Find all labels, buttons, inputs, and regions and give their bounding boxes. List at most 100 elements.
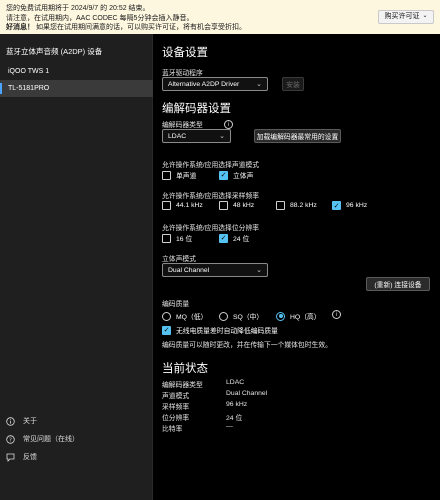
status-key: 比特率 <box>162 426 183 433</box>
bit-24-label: 24 位 <box>233 236 250 243</box>
status-row: 声道模式 Dual Channel <box>162 390 267 400</box>
radio-dot <box>162 311 171 321</box>
install-button[interactable]: 安装 <box>282 77 304 91</box>
status-value: LDAC <box>226 379 245 386</box>
codec-type-value: LDAC <box>168 132 187 140</box>
info-icon <box>6 416 15 426</box>
sample-rate-96-label: 96 kHz <box>346 202 368 209</box>
checkbox-box <box>219 201 228 210</box>
checkmark-icon: ✓ <box>219 233 228 243</box>
main-panel: 设备设置 蓝牙驱动程序 Alternative A2DP Driver ⌄ 安装… <box>153 34 440 500</box>
quality-note: 编码质量可以随时更改，并在传输下一个媒体包时生效。 <box>162 342 332 349</box>
status-value: 96 kHz <box>226 401 248 408</box>
status-value: — <box>226 423 233 430</box>
stereo-mode-select[interactable]: Dual Channel ⌄ <box>162 263 268 277</box>
sidebar-item-label: iQOO TWS 1 <box>8 68 50 75</box>
sample-rate-48-checkbox[interactable]: 48 kHz <box>219 201 254 210</box>
codec-type-select[interactable]: LDAC ⌄ <box>162 129 231 143</box>
driver-label: 蓝牙驱动程序 <box>162 70 203 77</box>
driver-value: Alternative A2DP Driver <box>168 80 240 88</box>
mono-checkbox[interactable]: 单声道 <box>162 170 196 180</box>
faq-label: 常见问题（在线） <box>23 436 79 443</box>
trial-silence-text: 请注意，在试用期内，AAC CODEC 每隔5分钟会插入静音。 <box>6 14 194 22</box>
load-codec-settings-label: 加载编解码器最常用的设置 <box>256 134 339 141</box>
buy-license-button[interactable]: 购买许可证 ⌄ <box>378 10 434 24</box>
sidebar-item-tl-5181pro[interactable]: TL-5181PRO <box>0 80 153 97</box>
device-settings-heading: 设备设置 <box>162 47 208 59</box>
adaptive-quality-label: 无线电质量差时自动降低编码质量 <box>176 328 278 335</box>
sidebar: 蓝牙立体声音频 (A2DP) 设备 iQOO TWS 1 TL-5181PRO … <box>0 34 153 500</box>
mono-label: 单声道 <box>176 173 197 180</box>
checkbox-box <box>162 201 171 210</box>
sidebar-title: 蓝牙立体声音频 (A2DP) 设备 <box>6 47 103 56</box>
about-label: 关于 <box>23 418 37 425</box>
checkbox-box <box>162 170 171 180</box>
good-news-label: 好消息！ <box>6 24 34 31</box>
status-row: 位分辨率 24 位 <box>162 412 242 422</box>
bit-depth-label: 允许操作系统/应用选择位分辨率 <box>162 225 260 232</box>
faq-link[interactable]: ? 常见问题（在线） <box>6 434 79 444</box>
svg-text:?: ? <box>9 437 12 443</box>
install-label: 安装 <box>286 82 300 89</box>
chevron-down-icon: ⌄ <box>422 13 428 20</box>
sample-rate-44-label: 44.1 kHz <box>176 202 203 209</box>
quality-hq-radio[interactable]: HQ（高） <box>276 311 321 321</box>
buy-license-label: 购买许可证 <box>384 13 420 21</box>
status-value: 24 位 <box>226 415 243 422</box>
status-key: 声道模式 <box>162 393 190 400</box>
load-codec-settings-button[interactable]: 加载编解码器最常用的设置 <box>254 129 341 143</box>
status-value: Dual Channel <box>226 390 268 397</box>
codec-type-label: 编解码器类型 <box>162 122 203 129</box>
reconnect-button[interactable]: (重新) 连接设备 <box>366 277 430 291</box>
quality-sq-radio[interactable]: SQ（中） <box>219 311 263 321</box>
trial-banner: 您的免费试用期将于 2024/9/7 的 20:52 结束。 请注意，在试用期内… <box>0 0 440 34</box>
stereo-checkbox[interactable]: ✓ 立体声 <box>219 170 253 180</box>
status-row: 比特率 — <box>162 423 233 433</box>
chevron-down-icon: ⌄ <box>256 81 262 88</box>
status-key: 采样频率 <box>162 404 190 411</box>
channel-mode-label: 允许操作系统/应用选择声道模式 <box>162 162 260 169</box>
trial-offer-line: 好消息！ 如果您在试用期间满意的话，可以购买许可证，将有机会享受折扣。 <box>6 23 434 33</box>
trial-end-text: 您的免费试用期将于 2024/9/7 的 20:52 结束。 <box>6 5 150 12</box>
sidebar-item-iqoo-tws[interactable]: iQOO TWS 1 <box>0 63 153 80</box>
radio-dot <box>276 311 285 321</box>
radio-dot <box>219 311 228 321</box>
checkmark-icon: ✓ <box>332 201 341 210</box>
trial-offer-text: 如果您在试用期间满意的话，可以购买许可证，将有机会享受折扣。 <box>35 24 246 31</box>
status-heading: 当前状态 <box>162 363 208 375</box>
status-row: 编解码器类型 LDAC <box>162 379 244 389</box>
status-key: 编解码器类型 <box>162 382 203 389</box>
status-key: 位分辨率 <box>162 415 190 422</box>
driver-select[interactable]: Alternative A2DP Driver ⌄ <box>162 77 268 91</box>
sidebar-item-label: TL-5181PRO <box>8 85 50 92</box>
sample-rate-96-checkbox[interactable]: ✓ 96 kHz <box>332 201 367 210</box>
chevron-down-icon: ⌄ <box>219 133 225 140</box>
question-icon: ? <box>6 434 15 444</box>
adaptive-quality-checkbox[interactable]: ✓ 无线电质量差时自动降低编码质量 <box>162 325 278 335</box>
stereo-mode-label: 立体声模式 <box>162 256 196 263</box>
info-icon[interactable]: i <box>332 310 341 319</box>
codec-settings-heading: 编解码器设置 <box>162 103 231 115</box>
status-row: 采样频率 96 kHz <box>162 401 247 411</box>
reconnect-label: (重新) 连接设备 <box>374 282 422 289</box>
checkmark-icon: ✓ <box>162 325 171 335</box>
stereo-mode-value: Dual Channel <box>168 266 210 274</box>
info-icon[interactable]: i <box>224 120 233 129</box>
sample-rate-88-label: 88.2 kHz <box>290 202 317 209</box>
checkbox-box <box>276 201 285 210</box>
sample-rate-48-label: 48 kHz <box>233 202 255 209</box>
sample-rate-label: 允许操作系统/应用选择采样频率 <box>162 193 260 200</box>
about-link[interactable]: 关于 <box>6 416 37 426</box>
bit-16-label: 16 位 <box>176 236 193 243</box>
stereo-label: 立体声 <box>233 173 254 180</box>
quality-mq-radio[interactable]: MQ（低） <box>162 311 207 321</box>
chevron-down-icon: ⌄ <box>256 267 262 274</box>
quality-label: 编码质量 <box>162 301 190 308</box>
sample-rate-88-checkbox[interactable]: 88.2 kHz <box>276 201 317 210</box>
sample-rate-44-checkbox[interactable]: 44.1 kHz <box>162 201 203 210</box>
quality-hq-label: HQ（高） <box>290 314 321 321</box>
bit-24-checkbox[interactable]: ✓ 24 位 <box>219 233 249 243</box>
feedback-icon <box>6 453 15 462</box>
feedback-link[interactable]: 反馈 <box>6 452 37 462</box>
bit-16-checkbox[interactable]: 16 位 <box>162 233 192 243</box>
